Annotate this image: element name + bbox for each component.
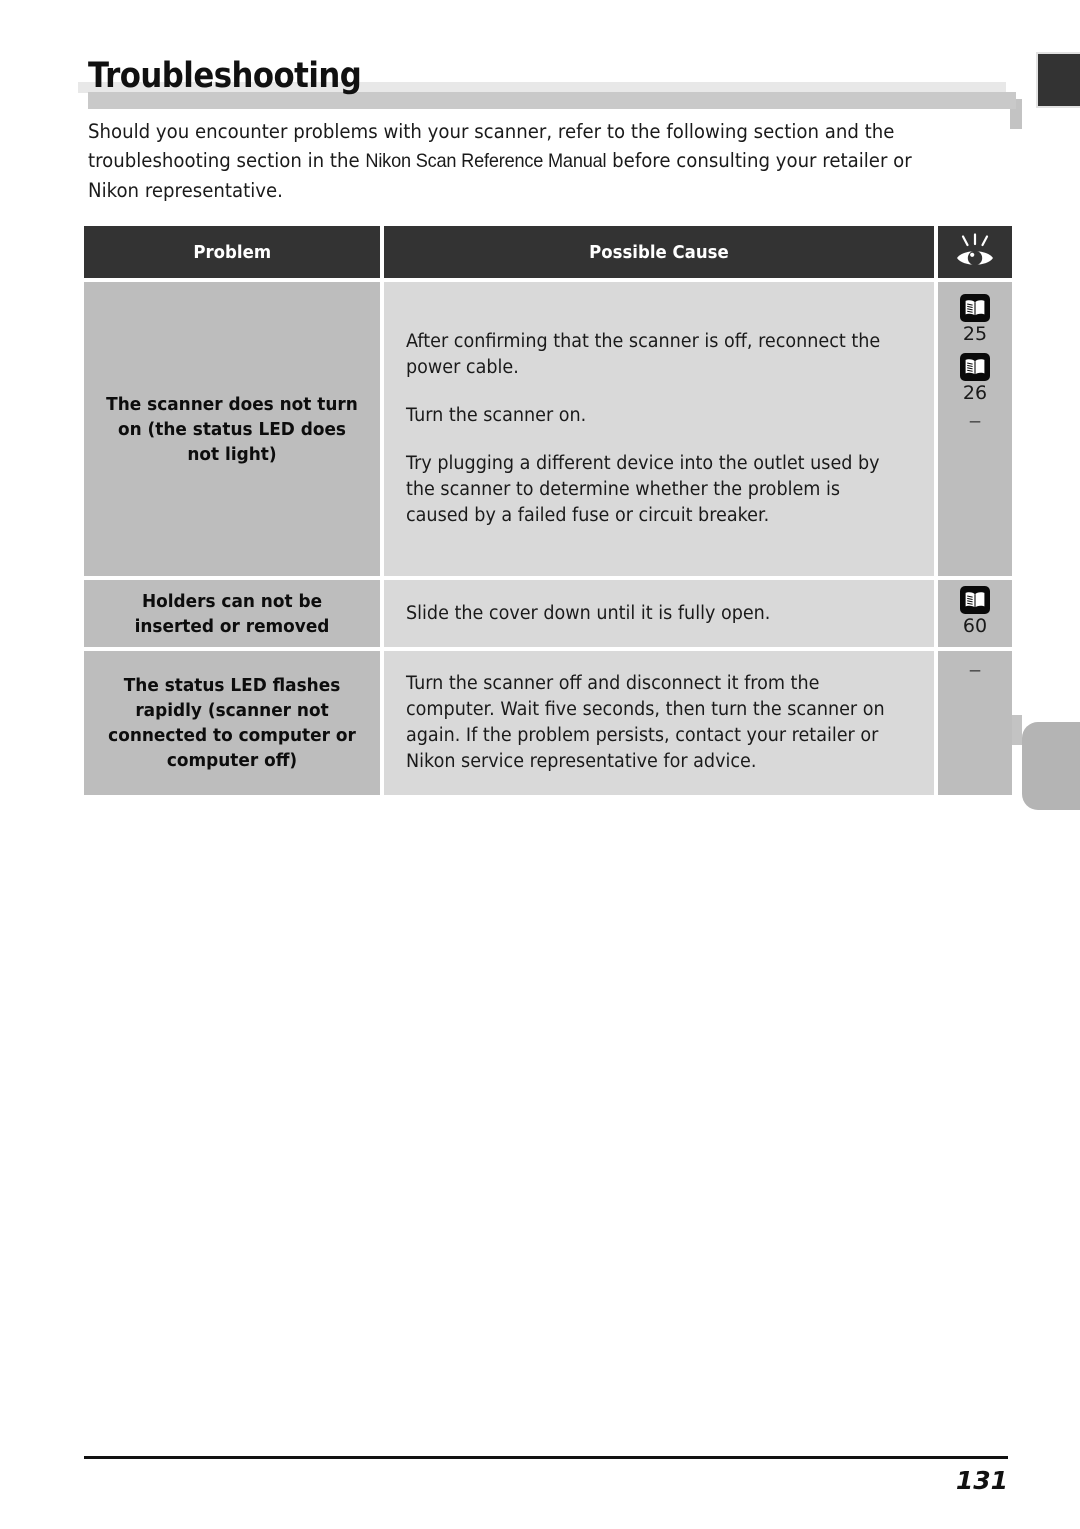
cell-possible-cause: Turn the scanner off and disconnect it f… [384,651,934,795]
problem-text: The scanner does not turn on (the status… [106,393,358,465]
header-cell-reference [938,226,1012,278]
page-number: 131 [955,1466,1008,1495]
reference-page: 25 [962,323,988,345]
table-row: The scanner does not turn on (the status… [84,282,1012,576]
reference-page: – [969,660,981,681]
cause-text: Turn the scanner off and disconnect it f… [406,673,885,772]
cell-reference: 25 26 – [938,282,1012,576]
problem-text: Holders can not be inserted or removed [134,590,330,637]
manual-title-reference: Nikon Scan Reference Manual [365,150,607,172]
table-row: The status LED flashes rapidly (scanner … [84,651,1012,795]
page-title-block: Troubleshooting [0,56,1080,114]
book-icon [960,586,990,614]
book-icon [960,294,990,322]
header-cell-problem: Problem [84,226,380,278]
cause-text: Turn the scanner on. [406,405,587,426]
cell-reference: – [938,651,1012,795]
cell-problem: Holders can not be inserted or removed [84,580,380,647]
reference-page: 26 [962,382,988,404]
header-label-problem: Problem [193,241,271,263]
chapter-tab-gray [1022,722,1080,810]
cell-reference: 60 [938,580,1012,647]
cell-possible-cause: After confirming that the scanner is off… [384,282,934,576]
table-row: Holders can not be inserted or removed S… [84,580,1012,647]
table-header-row: Problem Possible Cause [84,226,1012,278]
reference-page: 60 [962,615,988,637]
problem-text: The status LED flashes rapidly (scanner … [108,675,356,771]
reference-item: – [970,412,981,432]
header-label-cause: Possible Cause [589,241,729,263]
reference-item: 26 [960,353,990,404]
cause-text: Slide the cover down until it is fully o… [406,602,771,624]
reference-item: 60 [960,586,990,637]
cell-possible-cause: Slide the cover down until it is fully o… [384,580,934,647]
page-title: Troubleshooting [88,56,362,96]
eye-icon [954,233,996,271]
reference-item: 25 [960,294,990,345]
cell-problem: The status LED flashes rapidly (scanner … [84,651,380,795]
intro-paragraph: Should you encounter problems with your … [88,117,951,205]
header-cell-cause: Possible Cause [384,226,934,278]
cause-text: Try plugging a different device into the… [406,453,880,526]
cause-text: After confirming that the scanner is off… [406,331,881,378]
cell-problem: The scanner does not turn on (the status… [84,282,380,576]
footer-rule [84,1456,1008,1459]
troubleshooting-table: Problem Possible Cause The scanner does … [84,226,1012,799]
reference-page: – [969,411,981,432]
book-icon [960,353,990,381]
reference-item: – [970,661,981,681]
